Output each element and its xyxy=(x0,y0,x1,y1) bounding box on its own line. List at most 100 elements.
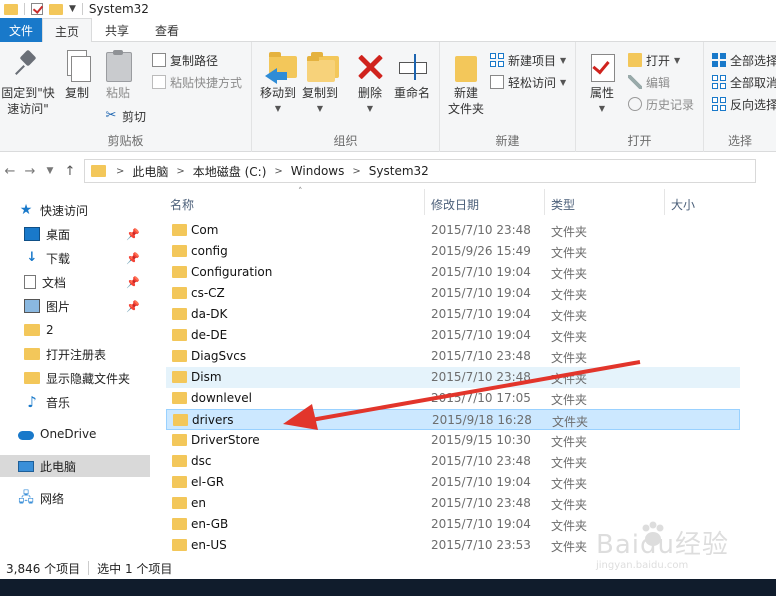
pin-icon[interactable]: 📌 xyxy=(126,228,140,241)
file-date: 2015/7/10 19:04 xyxy=(431,286,531,300)
forward-arrow-icon[interactable]: → xyxy=(20,164,40,179)
chevron-right-icon[interactable]: > xyxy=(270,166,286,177)
table-row[interactable]: downlevel 2015/7/10 17:05 文件夹 xyxy=(166,388,740,409)
select-all-button[interactable]: 全部选择 xyxy=(712,50,776,70)
sidebar-item-downloads[interactable]: ↓ 下载 📌 xyxy=(0,247,150,269)
sidebar-item-show-hidden[interactable]: 显示隐藏文件夹 xyxy=(0,367,150,389)
sidebar-item-open-registry[interactable]: 打开注册表 xyxy=(0,343,150,365)
folder-icon xyxy=(172,518,187,530)
window-title: System32 xyxy=(88,2,149,16)
copy-path-icon xyxy=(152,53,166,67)
chevron-right-icon[interactable]: > xyxy=(172,166,188,177)
column-header-size[interactable]: 大小 xyxy=(671,193,695,215)
tab-home[interactable]: 主页 xyxy=(42,18,92,43)
table-row[interactable]: en 2015/7/10 23:48 文件夹 xyxy=(166,493,740,514)
cut-button[interactable]: ✂ 剪切 xyxy=(104,106,146,126)
edit-button[interactable]: 编辑 xyxy=(628,72,670,92)
paste-shortcut-button[interactable]: 粘贴快捷方式 xyxy=(152,72,242,92)
select-group: 全部选择 全部取消 反向选择 选择 xyxy=(704,42,776,152)
file-date: 2015/7/10 19:04 xyxy=(431,328,531,342)
column-header-type[interactable]: 类型 xyxy=(551,193,575,215)
cloud-icon xyxy=(18,431,34,440)
open-button[interactable]: 打开 ▼ xyxy=(628,50,680,70)
chevron-right-icon[interactable]: > xyxy=(112,166,128,177)
properties-check-icon[interactable] xyxy=(31,3,43,15)
folder-icon xyxy=(24,372,40,384)
table-row[interactable]: dsc 2015/7/10 23:48 文件夹 xyxy=(166,451,740,472)
select-none-button[interactable]: 全部取消 xyxy=(712,72,776,92)
table-row[interactable]: drivers 2015/9/18 16:28 文件夹 xyxy=(166,409,740,430)
file-name: Dism xyxy=(191,370,222,384)
back-arrow-icon[interactable]: ← xyxy=(0,164,20,179)
history-button[interactable]: 历史记录 xyxy=(628,94,694,114)
rename-button[interactable]: 重命名 xyxy=(390,50,434,101)
breadcrumb-system32[interactable]: System32 xyxy=(365,164,433,178)
paste-button[interactable]: 粘贴 xyxy=(100,50,136,101)
chevron-down-icon[interactable]: ▼ xyxy=(69,4,76,14)
table-row[interactable]: Dism 2015/7/10 23:48 文件夹 xyxy=(166,367,740,388)
sidebar-item-pictures[interactable]: 图片 📌 xyxy=(0,295,150,317)
table-row[interactable]: el-GR 2015/7/10 19:04 文件夹 xyxy=(166,472,740,493)
group-label: 新建 xyxy=(495,134,520,148)
table-row[interactable]: cs-CZ 2015/7/10 19:04 文件夹 xyxy=(166,283,740,304)
folder-icon xyxy=(24,324,40,336)
pin-icon[interactable]: 📌 xyxy=(126,276,140,289)
file-name: Configuration xyxy=(191,265,273,279)
table-row[interactable]: DriverStore 2015/9/15 10:30 文件夹 xyxy=(166,430,740,451)
computer-icon xyxy=(18,460,34,472)
table-row[interactable]: Com 2015/7/10 23:48 文件夹 xyxy=(166,220,740,241)
pin-icon[interactable]: 📌 xyxy=(126,300,140,313)
properties-icon xyxy=(587,50,617,82)
move-to-button[interactable]: 移动到 ▼ xyxy=(258,50,298,117)
new-folder-button[interactable]: 新建 文件夹 xyxy=(444,50,488,117)
column-divider[interactable] xyxy=(424,189,425,215)
sidebar-item-folder-2[interactable]: 2 xyxy=(0,319,150,341)
new-item-button[interactable]: 新建项目 ▼ xyxy=(490,50,566,70)
pin-icon[interactable]: 📌 xyxy=(126,252,140,265)
file-type: 文件夹 xyxy=(551,519,588,533)
chevron-right-icon[interactable]: > xyxy=(348,166,364,177)
easy-access-button[interactable]: 轻松访问 ▼ xyxy=(490,72,566,92)
table-row[interactable]: de-DE 2015/7/10 19:04 文件夹 xyxy=(166,325,740,346)
up-arrow-icon[interactable]: ↑ xyxy=(60,164,80,179)
sidebar-item-desktop[interactable]: 桌面 📌 xyxy=(0,223,150,245)
column-header-name[interactable]: 名称 xyxy=(170,193,194,215)
sidebar-item-quick-access[interactable]: ★ 快速访问 xyxy=(0,199,150,221)
tab-share[interactable]: 共享 xyxy=(92,18,142,42)
copy-button[interactable]: 复制 xyxy=(60,50,94,101)
sidebar-item-music[interactable]: ♪ 音乐 xyxy=(0,391,150,413)
delete-label: 删除 xyxy=(357,86,382,100)
breadcrumb-local-disk[interactable]: 本地磁盘 (C:) xyxy=(189,163,271,180)
delete-button[interactable]: 删除 ▼ xyxy=(352,50,388,117)
recent-chevron-down-icon[interactable]: ▼ xyxy=(40,166,60,176)
vertical-scrollbar[interactable] xyxy=(742,189,776,555)
star-icon: ★ xyxy=(19,202,33,218)
address-bar[interactable]: > 此电脑 > 本地磁盘 (C:) > Windows > System32 xyxy=(84,159,756,183)
column-divider[interactable] xyxy=(544,189,545,215)
column-divider[interactable] xyxy=(664,189,665,215)
sidebar-item-this-pc[interactable]: 此电脑 xyxy=(0,455,150,477)
table-row[interactable]: DiagSvcs 2015/7/10 23:48 文件夹 xyxy=(166,346,740,367)
breadcrumb-this-pc[interactable]: 此电脑 xyxy=(128,163,172,180)
tab-file[interactable]: 文件 xyxy=(0,18,42,42)
column-header-label: 名称 xyxy=(170,197,195,212)
column-header-date[interactable]: 修改日期 xyxy=(431,193,479,215)
properties-button[interactable]: 属性 ▼ xyxy=(584,50,620,117)
copy-path-button[interactable]: 复制路径 xyxy=(152,50,218,70)
sidebar-item-onedrive[interactable]: OneDrive xyxy=(0,423,150,445)
breadcrumb-windows[interactable]: Windows xyxy=(287,164,349,178)
table-row[interactable]: Configuration 2015/7/10 19:04 文件夹 xyxy=(166,262,740,283)
new-folder-icon[interactable] xyxy=(49,3,63,15)
copy-to-button[interactable]: 复制到 ▼ xyxy=(300,50,340,117)
folder-icon xyxy=(172,455,187,467)
pin-to-quick-access-button[interactable]: 固定到"快速访问" xyxy=(0,50,56,117)
table-row[interactable]: da-DK 2015/7/10 19:04 文件夹 xyxy=(166,304,740,325)
sidebar-item-documents[interactable]: 文档 📌 xyxy=(0,271,150,293)
sidebar-item-network[interactable]: 🖧 网络 xyxy=(0,487,150,509)
sidebar-item-label: 2 xyxy=(46,323,54,337)
invert-selection-button[interactable]: 反向选择 xyxy=(712,94,776,114)
table-row[interactable]: config 2015/9/26 15:49 文件夹 xyxy=(166,241,740,262)
tab-view[interactable]: 查看 xyxy=(142,18,192,42)
desktop-icon xyxy=(24,227,40,241)
file-name: de-DE xyxy=(191,328,228,342)
